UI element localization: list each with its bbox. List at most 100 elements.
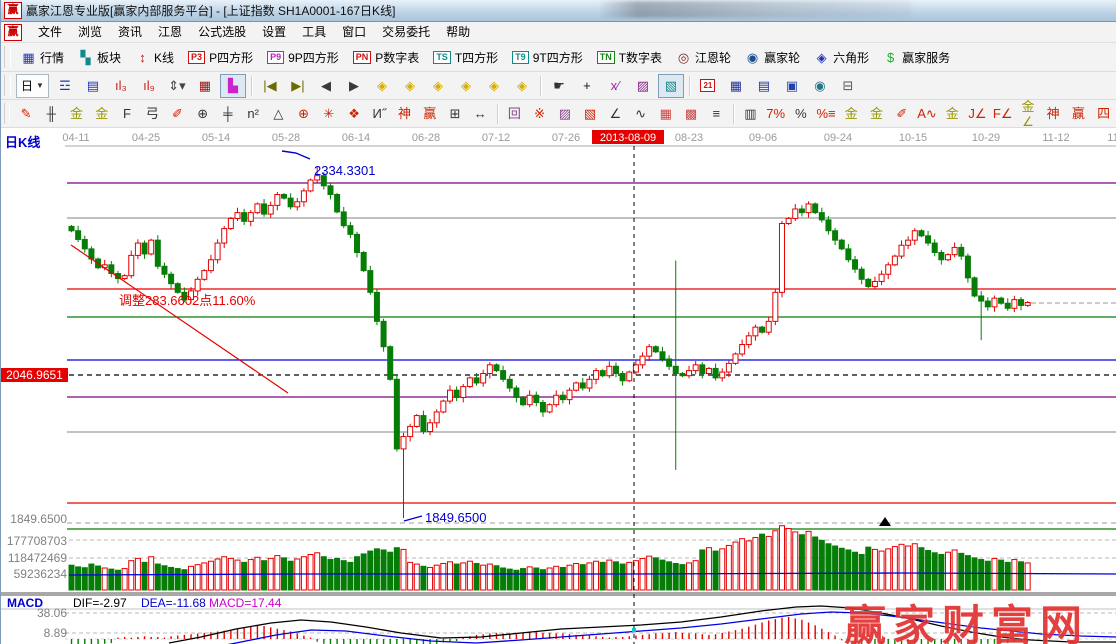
fib-grid-icon[interactable]: F bbox=[115, 102, 138, 126]
menu-item-2[interactable]: 资讯 bbox=[110, 23, 150, 41]
time-grid-icon[interactable]: ╫ bbox=[40, 102, 63, 126]
teal-pattern-icon[interactable]: ▧ bbox=[658, 74, 684, 98]
column-diagram-icon[interactable]: ▥ bbox=[739, 102, 762, 126]
menu-item-1[interactable]: 浏览 bbox=[70, 23, 110, 41]
circle-cycle-icon[interactable]: ⊕ bbox=[191, 102, 214, 126]
title-bar[interactable]: 赢 赢家江恩专业版[赢家内部服务平台] - [上证指数 SH1A0001-167… bbox=[1, 0, 1116, 22]
gann-diamond-star-icon[interactable]: ◈ bbox=[481, 74, 507, 98]
gann-diamond-v-icon[interactable]: ◈ bbox=[453, 74, 479, 98]
info-panel-icon[interactable]: ▤ bbox=[80, 74, 106, 98]
span-arrow-icon[interactable]: ↔ bbox=[469, 102, 492, 126]
calculator-icon[interactable]: ▦ bbox=[723, 74, 749, 98]
calendar-21-icon[interactable]: 21 bbox=[695, 74, 721, 98]
save-icon[interactable]: ▣ bbox=[779, 74, 805, 98]
chart-canvas[interactable]: 04-1104-2505-1405-2806-1406-2807-1207-26… bbox=[1, 128, 1116, 644]
fan-lines-icon[interactable]: ※ bbox=[528, 102, 551, 126]
menu-item-5[interactable]: 设置 bbox=[254, 23, 294, 41]
winner-service-button[interactable]: $赢家服务 bbox=[876, 47, 957, 68]
market-quotes-button[interactable]: ▦行情 bbox=[14, 47, 71, 68]
notes-icon[interactable]: ▤ bbox=[751, 74, 777, 98]
next-bar-icon[interactable]: ▶ bbox=[341, 74, 367, 98]
percent-levels-icon[interactable]: %≡ bbox=[814, 102, 837, 126]
p9-square-button[interactable]: P99P四方形 bbox=[260, 47, 346, 68]
seven-pct-icon[interactable]: 7% bbox=[764, 102, 787, 126]
toolbar-grip[interactable] bbox=[4, 75, 11, 97]
kline-button[interactable]: ↕K线 bbox=[128, 47, 181, 68]
menu-item-9[interactable]: 帮助 bbox=[438, 23, 478, 41]
menu-item-6[interactable]: 工具 bbox=[294, 23, 334, 41]
measure-line-icon[interactable]: x∕ bbox=[602, 74, 628, 98]
protractor-icon[interactable]: △ bbox=[267, 102, 290, 126]
angle-line-icon[interactable]: ∠ bbox=[604, 102, 627, 126]
ying-grid-icon[interactable]: 赢 bbox=[418, 102, 441, 126]
toolbar-grip[interactable] bbox=[4, 103, 10, 125]
j-angle-icon[interactable]: J∠ bbox=[966, 102, 989, 126]
gold-line-icon[interactable]: 金 bbox=[941, 102, 964, 126]
menu-item-4[interactable]: 公式选股 bbox=[190, 23, 254, 41]
first-bar-icon[interactable]: |◀ bbox=[257, 74, 283, 98]
gold-angle-icon[interactable]: 金∠ bbox=[1016, 102, 1039, 126]
candle-style-icon[interactable]: ⇕▾ bbox=[164, 74, 190, 98]
menu-item-8[interactable]: 交易委托 bbox=[374, 23, 438, 41]
gold-ratio-icon[interactable]: 金 bbox=[65, 102, 88, 126]
gann-diamond-right-icon[interactable]: ◈ bbox=[397, 74, 423, 98]
menu-item-7[interactable]: 窗口 bbox=[334, 23, 374, 41]
toolbar-grip[interactable] bbox=[4, 46, 11, 68]
fan-grid-icon[interactable]: ▨ bbox=[553, 102, 576, 126]
shen-grid-icon[interactable]: 神 bbox=[393, 102, 416, 126]
si-angle-icon[interactable]: 四 bbox=[1092, 102, 1115, 126]
print-icon[interactable]: ⊟ bbox=[835, 74, 861, 98]
p-number-table-button[interactable]: PNP数字表 bbox=[346, 47, 427, 68]
bars9-icon[interactable]: ıl₉ bbox=[136, 74, 162, 98]
pane-divider[interactable] bbox=[1, 592, 1116, 596]
gann-diamond-left-icon[interactable]: ◈ bbox=[369, 74, 395, 98]
pattern-box-icon[interactable]: ▦ bbox=[192, 74, 218, 98]
wave-ab-icon[interactable]: A∿ bbox=[915, 102, 938, 126]
square-frame-icon[interactable]: 回 bbox=[503, 102, 526, 126]
p-square-button[interactable]: P3P四方形 bbox=[181, 47, 260, 68]
spider-web-icon[interactable]: ✳ bbox=[317, 102, 340, 126]
t9-square-button[interactable]: T99T四方形 bbox=[505, 47, 590, 68]
gann-diamond-h-icon[interactable]: ◈ bbox=[425, 74, 451, 98]
gold-levels-icon[interactable]: 金 bbox=[865, 102, 888, 126]
angle-knife-icon[interactable]: ✐ bbox=[166, 102, 189, 126]
winner-wheel-button[interactable]: ◉赢家轮 bbox=[738, 47, 807, 68]
export-disk-icon[interactable]: ◉ bbox=[807, 74, 833, 98]
triple-line-icon[interactable]: ≡ bbox=[705, 102, 728, 126]
gann-diamond-target-icon[interactable]: ◈ bbox=[509, 74, 535, 98]
purple-pattern-icon[interactable]: ▨ bbox=[630, 74, 656, 98]
color-histogram-icon[interactable]: ▙ bbox=[220, 74, 246, 98]
sector-blocks-button[interactable]: ▚板块 bbox=[71, 47, 128, 68]
gold-circle-icon[interactable]: 金 bbox=[840, 102, 863, 126]
ruler-123-icon[interactable]: ⊞ bbox=[443, 102, 466, 126]
percent-icon[interactable]: % bbox=[789, 102, 812, 126]
menu-item-3[interactable]: 江恩 bbox=[150, 23, 190, 41]
gann-wheel-button[interactable]: ◎江恩轮 bbox=[669, 47, 738, 68]
t-square-button[interactable]: TST四方形 bbox=[426, 47, 505, 68]
hexagon-button[interactable]: ◈六角形 bbox=[807, 47, 876, 68]
n-square-icon[interactable]: n² bbox=[242, 102, 265, 126]
prev-bar-icon[interactable]: ◀ bbox=[313, 74, 339, 98]
t-number-table-button[interactable]: TNT数字表 bbox=[590, 47, 669, 68]
gold-ratio2-icon[interactable]: 金 bbox=[90, 102, 113, 126]
spiral-icon[interactable]: 弓 bbox=[141, 102, 164, 126]
knife-levels-icon[interactable]: ✐ bbox=[890, 102, 913, 126]
box-fan-icon[interactable]: ▧ bbox=[578, 102, 601, 126]
red-mesh2-icon[interactable]: ▩ bbox=[679, 102, 702, 126]
pan-hand-icon[interactable]: ☛ bbox=[546, 74, 572, 98]
menu-item-0[interactable]: 文件 bbox=[30, 23, 70, 41]
trend-line[interactable] bbox=[71, 245, 288, 393]
ying-angle-icon[interactable]: 赢 bbox=[1067, 102, 1090, 126]
f-angle-icon[interactable]: F∠ bbox=[991, 102, 1014, 126]
shen-angle-icon[interactable]: 神 bbox=[1042, 102, 1065, 126]
gann-knife-icon[interactable]: ✎ bbox=[14, 102, 37, 126]
period-selector[interactable]: 日▼ bbox=[16, 74, 49, 98]
time-ruler-icon[interactable]: ╪ bbox=[216, 102, 239, 126]
wave-mark-icon[interactable]: И˝ bbox=[368, 102, 391, 126]
bars3-icon[interactable]: ıl₃ bbox=[108, 74, 134, 98]
crosshair-icon[interactable]: + bbox=[574, 74, 600, 98]
web-box-icon[interactable]: ❖ bbox=[342, 102, 365, 126]
dynamic-chart-icon[interactable]: ☲ bbox=[52, 74, 78, 98]
red-mesh-icon[interactable]: ▦ bbox=[654, 102, 677, 126]
zigzag-icon[interactable]: ∿ bbox=[629, 102, 652, 126]
